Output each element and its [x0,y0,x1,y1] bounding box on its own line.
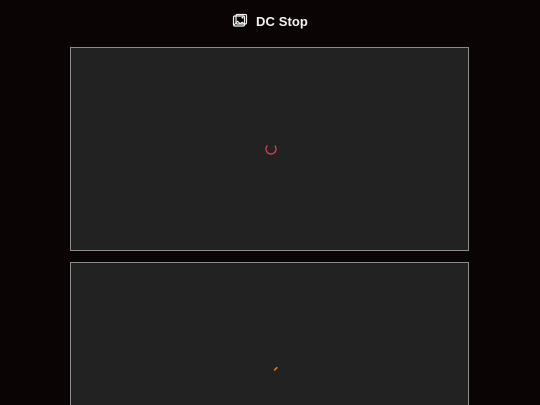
preview-panel-2 [70,262,469,405]
app-window: DC Stop [0,0,540,405]
loading-spinner-icon [270,362,284,376]
app-title: DC Stop [256,13,308,29]
preview-panel-1 [70,47,469,251]
image-icon [232,13,248,29]
app-header: DC Stop [0,8,540,34]
loading-spinner-icon [264,142,278,156]
